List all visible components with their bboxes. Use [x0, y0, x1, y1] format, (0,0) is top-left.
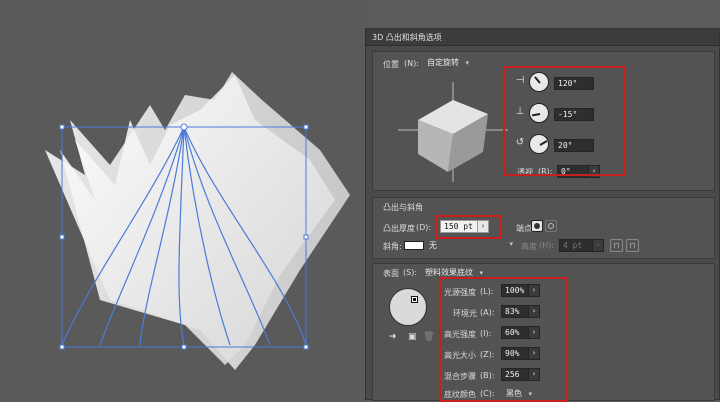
track-cube[interactable]	[398, 82, 508, 182]
chevron-down-icon: ▾	[465, 59, 470, 67]
cap-on-icon[interactable]	[531, 220, 543, 232]
bevel-swatch	[404, 241, 424, 250]
chevron-down-icon: ▾	[479, 269, 484, 277]
extrude-depth-highlight-box	[435, 215, 501, 239]
position-shortcut: (N):	[404, 59, 419, 68]
move-light-back-icon[interactable]: ➜	[389, 332, 397, 342]
dialog-titlebar[interactable]: 3D 凸出和斜角选项	[366, 29, 719, 46]
light-sphere[interactable]	[389, 288, 427, 326]
height-shortcut: (H):	[539, 241, 554, 250]
extrude-depth-shortcut: (D):	[416, 223, 432, 232]
height-field[interactable]: 4 pt	[559, 239, 593, 252]
position-dropdown[interactable]: 自定旋转 ▾	[427, 57, 469, 69]
chevron-down-icon: ▾	[509, 240, 513, 248]
anchor-point[interactable]	[180, 123, 188, 131]
extrude-section-title: 凸出与斜角	[383, 203, 423, 212]
bevel-in-icon[interactable]: ⊓	[626, 239, 639, 252]
surface-shortcut: (S):	[403, 268, 418, 277]
delete-light-icon[interactable]: 🗑	[423, 332, 434, 342]
artboard-canvas[interactable]	[0, 0, 365, 400]
artwork-svg	[45, 72, 350, 370]
surface-params-highlight-box	[439, 277, 568, 402]
position-panel: 位置 (N): 自定旋转 ▾ ⊣ 120° ⊥ -15° ↺ 20° 透视 (R…	[372, 51, 715, 191]
extrude-bevel-dialog: 3D 凸出和斜角选项 位置 (N): 自定旋转 ▾ ⊣ 120° ⊥ -15° …	[365, 28, 720, 402]
position-dropdown-value: 自定旋转	[427, 58, 459, 67]
surface-label: 表面	[383, 269, 399, 278]
new-light-icon[interactable]: ▣	[408, 332, 417, 342]
rotation-highlight-box	[503, 66, 626, 176]
dialog-title: 3D 凸出和斜角选项	[372, 33, 442, 42]
extrude-depth-label: 凸出厚度	[383, 224, 415, 233]
height-label: 高度	[521, 242, 537, 251]
fan-shape-front	[60, 75, 335, 365]
bevel-dropdown[interactable]: 无 ▾	[429, 240, 513, 252]
bevel-dropdown-value: 无	[429, 241, 437, 250]
height-arrow-right-icon[interactable]: ›	[592, 239, 604, 252]
bevel-label: 斜角:	[383, 242, 402, 251]
cap-off-icon[interactable]	[545, 220, 557, 232]
position-label: 位置	[383, 60, 399, 69]
light-handle[interactable]	[411, 296, 418, 303]
surface-panel: 表面 (S): 塑料效果底纹 ▾ ➜ ▣ 🗑 光源强度 (L): 100% › …	[372, 263, 715, 402]
bevel-out-icon[interactable]: ⊓	[610, 239, 623, 252]
extrude-bevel-panel: 凸出与斜角 凸出厚度 (D): 150 pt › 端点: 斜角: 无 ▾ 高度 …	[372, 197, 715, 259]
